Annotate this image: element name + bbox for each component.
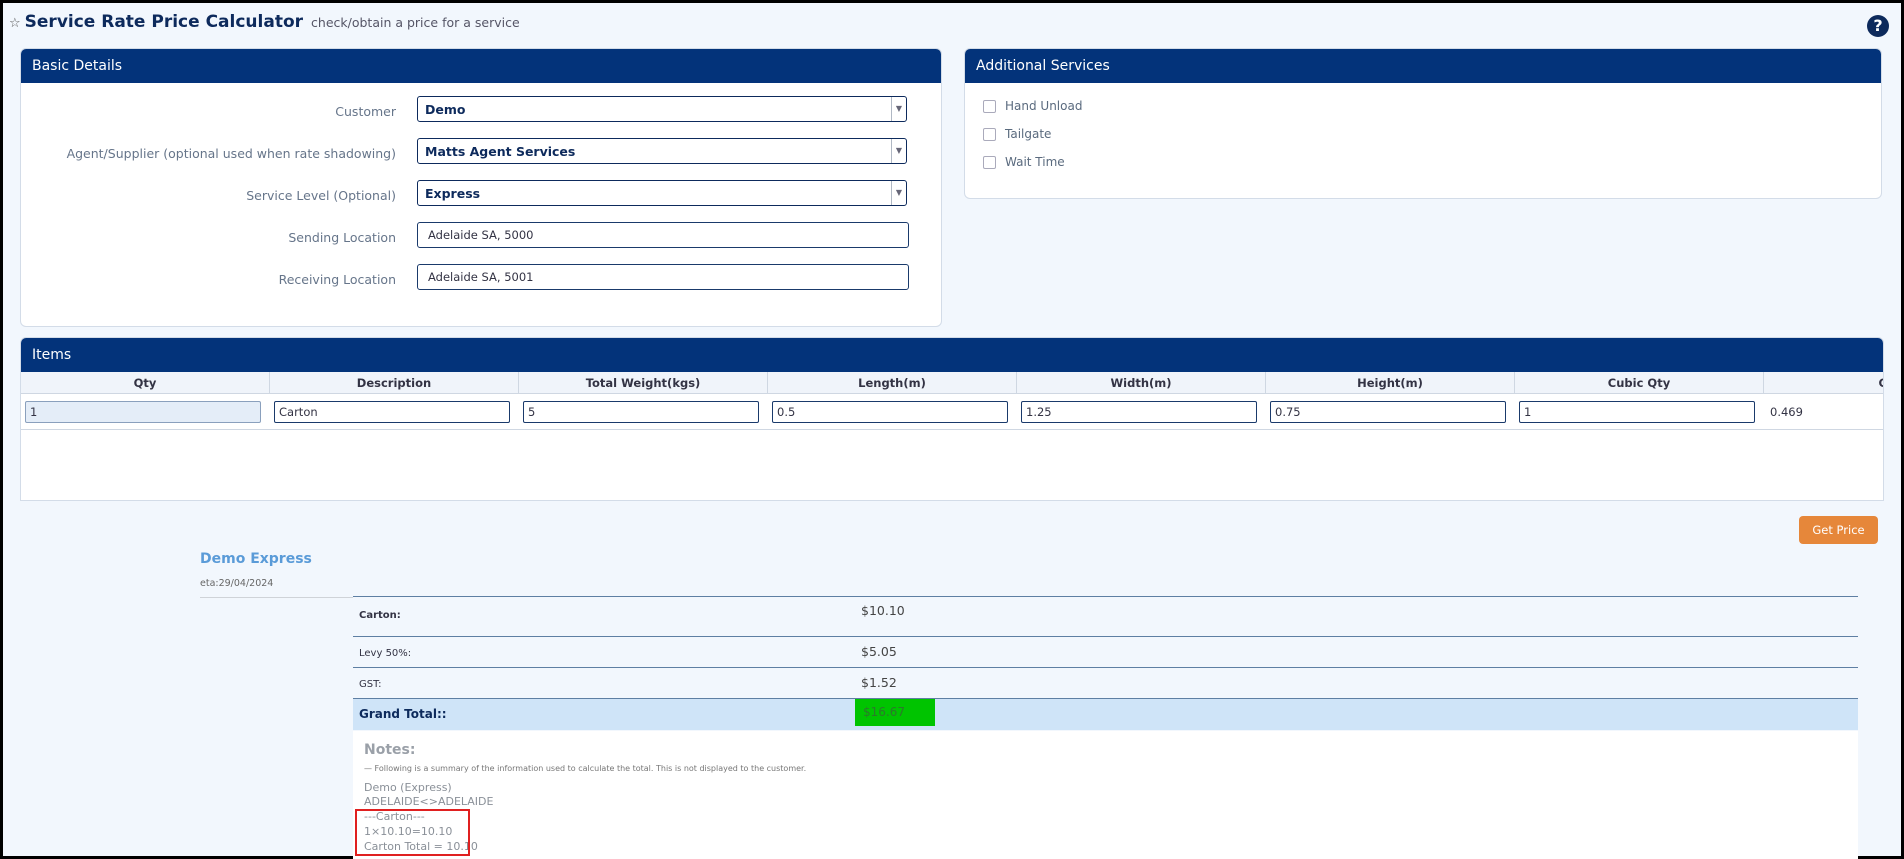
agent-label: Agent/Supplier (optional used when rate … (66, 146, 396, 161)
customer-value: Demo (425, 102, 466, 117)
column-header-width: Width(m) (1017, 372, 1266, 394)
grand-total-row: Grand Total:: $16.67 (353, 698, 1858, 730)
column-header-height: Height(m) (1266, 372, 1515, 394)
levy-row: Levy 50%: $5.05 (353, 636, 1858, 668)
service-level-row: Service Level (Optional) Express ▼ (21, 180, 941, 210)
page-subtitle: check/obtain a price for a service (311, 15, 520, 30)
cubic-qty-input[interactable]: 1 (1519, 401, 1755, 423)
notes-line: Demo (Express) (364, 781, 452, 794)
customer-row: Customer Demo ▼ (21, 96, 941, 126)
hand-unload-label: Hand Unload (1005, 99, 1083, 113)
carton-value: $10.10 (861, 603, 905, 618)
chevron-down-icon[interactable]: ▼ (891, 97, 906, 121)
column-header-weight: Total Weight(kgs) (519, 372, 768, 394)
qty-input[interactable]: 1 (25, 401, 261, 423)
chevron-down-icon[interactable]: ▼ (891, 181, 906, 205)
additional-services-title: Additional Services (965, 49, 1881, 83)
receiving-location-label: Receiving Location (278, 272, 396, 287)
chevron-down-icon[interactable]: ▼ (891, 139, 906, 163)
description-input[interactable]: Carton (274, 401, 510, 423)
sending-location-label: Sending Location (288, 230, 396, 245)
wait-time-option[interactable]: Wait Time (983, 154, 1065, 170)
sending-location-input[interactable]: Adelaide SA, 5000 (417, 222, 909, 248)
result-divider (200, 597, 353, 598)
page-header: ☆ Service Rate Price Calculator check/ob… (9, 12, 520, 36)
basic-details-title: Basic Details (21, 49, 941, 83)
notes-subtitle: — Following is a summary of the informat… (364, 764, 807, 773)
grand-total-value: $16.67 (855, 699, 935, 726)
gst-row: GST: $1.52 (353, 667, 1858, 699)
gst-value: $1.52 (861, 675, 897, 690)
items-panel: Items Qty Description Total Weight(kgs) … (20, 337, 1884, 501)
basic-details-panel: Basic Details Customer Demo ▼ Agent/Supp… (20, 48, 942, 327)
agent-select[interactable]: Matts Agent Services ▼ (417, 138, 907, 164)
column-header-qty: Qty (21, 372, 270, 394)
customer-label: Customer (335, 104, 396, 119)
column-header-description: Description (270, 372, 519, 394)
receiving-location-input[interactable]: Adelaide SA, 5001 (417, 264, 909, 290)
height-input[interactable]: 0.75 (1270, 401, 1506, 423)
row-divider (21, 429, 1883, 430)
agent-row: Agent/Supplier (optional used when rate … (21, 138, 941, 168)
hand-unload-checkbox[interactable] (983, 99, 996, 113)
notes-title: Notes: (364, 742, 416, 758)
carton-row: Carton: $10.10 (353, 596, 1858, 637)
star-icon[interactable]: ☆ (9, 16, 21, 31)
notes-line: ADELAIDE<>ADELAIDE (364, 795, 494, 808)
result-eta: eta:29/04/2024 (200, 578, 274, 589)
column-header-length: Length(m) (768, 372, 1017, 394)
grand-total-label: Grand Total:: (359, 707, 447, 721)
width-input[interactable]: 1.25 (1021, 401, 1257, 423)
tailgate-option[interactable]: Tailgate (983, 126, 1051, 142)
receiving-location-row: Receiving Location Adelaide SA, 5001 (21, 264, 941, 294)
help-icon[interactable]: ? (1867, 15, 1889, 37)
highlight-box (355, 809, 470, 856)
length-input[interactable]: 0.5 (772, 401, 1008, 423)
tailgate-checkbox[interactable] (983, 127, 996, 141)
get-price-button[interactable]: Get Price (1799, 516, 1878, 544)
result-title: Demo Express (200, 551, 312, 567)
service-level-value: Express (425, 186, 481, 201)
column-header-cubic: C (1764, 372, 1883, 394)
service-level-label: Service Level (Optional) (246, 188, 396, 203)
carton-label: Carton: (359, 610, 401, 621)
additional-services-panel: Additional Services Hand Unload Tailgate… (964, 48, 1882, 199)
hand-unload-option[interactable]: Hand Unload (983, 98, 1082, 114)
weight-input[interactable]: 5 (523, 401, 759, 423)
tailgate-label: Tailgate (1005, 127, 1052, 141)
cubic-value: 0.469 (1770, 405, 1803, 419)
levy-label: Levy 50%: (359, 648, 412, 659)
wait-time-checkbox[interactable] (983, 155, 996, 169)
gst-label: GST: (359, 679, 382, 690)
levy-value: $5.05 (861, 644, 897, 659)
page-title: Service Rate Price Calculator (24, 12, 304, 32)
column-header-cubic-qty: Cubic Qty (1515, 372, 1764, 394)
wait-time-label: Wait Time (1005, 155, 1065, 169)
agent-value: Matts Agent Services (425, 144, 576, 159)
items-title: Items (21, 338, 1883, 372)
sending-location-row: Sending Location Adelaide SA, 5000 (21, 222, 941, 252)
notes-section: Notes: — Following is a summary of the i… (353, 731, 1858, 859)
customer-select[interactable]: Demo ▼ (417, 96, 907, 122)
service-level-select[interactable]: Express ▼ (417, 180, 907, 206)
